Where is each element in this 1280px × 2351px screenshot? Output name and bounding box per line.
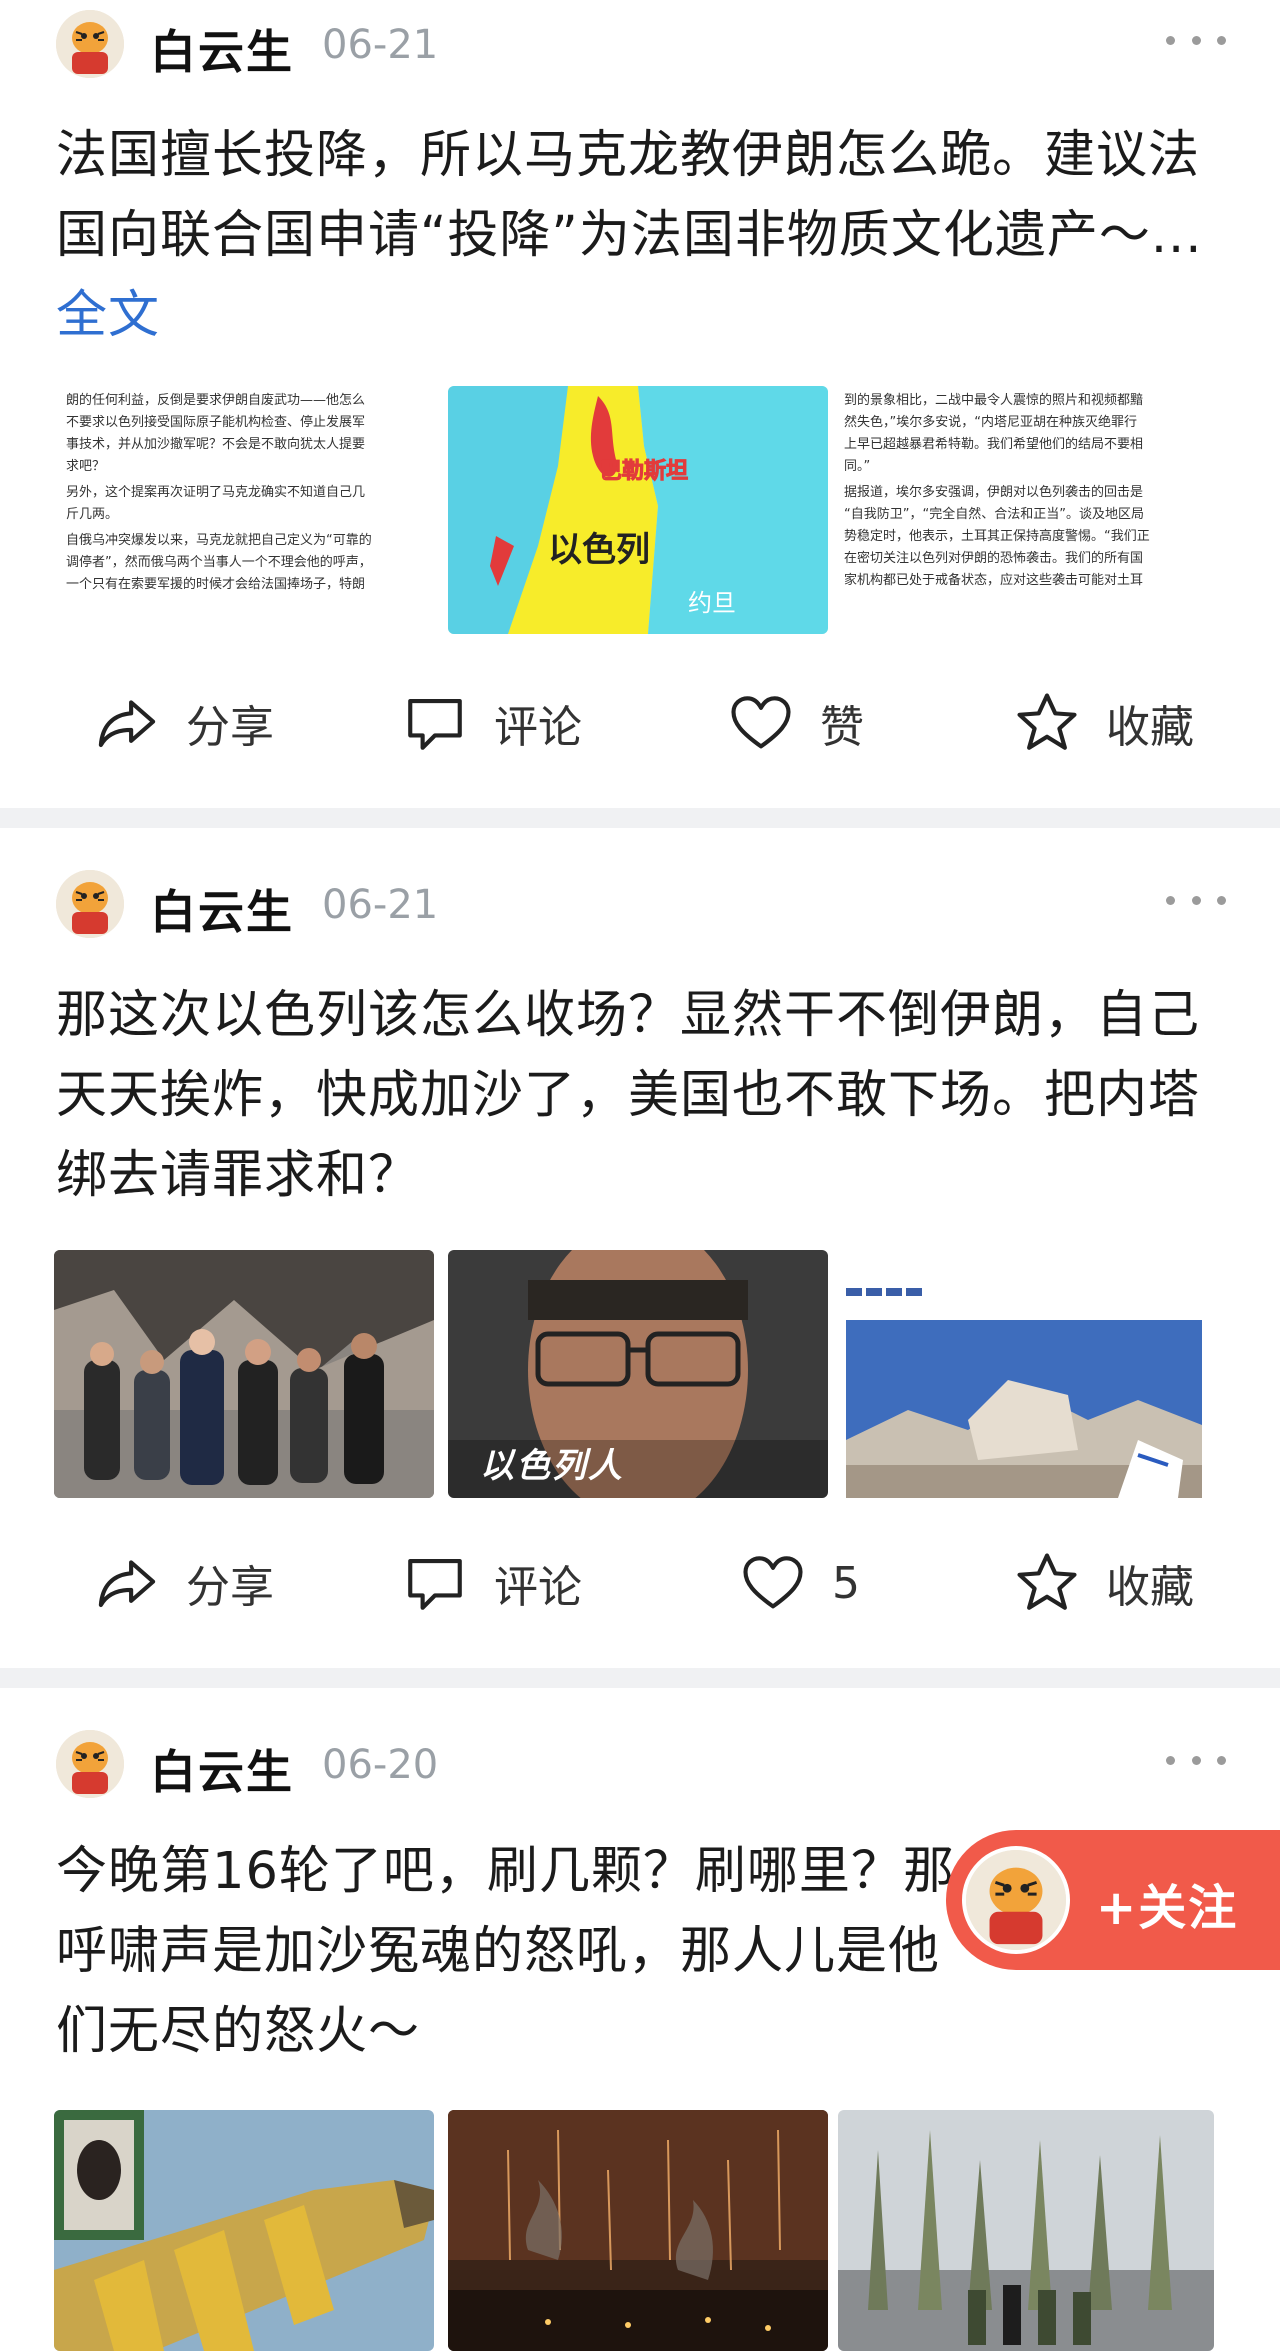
author-name[interactable]: 白云生 <box>150 876 294 942</box>
post-image[interactable] <box>54 1250 434 1498</box>
like-button[interactable]: 赞 <box>728 668 864 778</box>
avatar[interactable] <box>56 870 124 938</box>
share-icon <box>98 1560 156 1608</box>
heart-icon <box>731 696 791 749</box>
post-date: 06-20 <box>322 1742 439 1788</box>
post-card[interactable]: 白云生 06-20 今晚第16轮了吧，刷几颗？刷哪里？那呼啸声是加沙冤魂的怒吼，… <box>0 1720 1280 2351</box>
post-text[interactable]: 那这次以色列该怎么收场？显然干不倒伊朗，自己天天挨炸，快成加沙了，美国也不敢下场… <box>56 976 1226 1216</box>
map-label: 以色列 <box>548 531 650 569</box>
author-name[interactable]: 白云生 <box>150 16 294 82</box>
favorite-label: 收藏 <box>1106 1562 1194 1613</box>
post-image[interactable]: 朗的任何利益，反倒是要求伊朗自废武功——他怎么 不要求以色列接受国际原子能机构检… <box>54 386 434 634</box>
post-header: 白云生 06-21 <box>56 0 1226 88</box>
post-image[interactable] <box>54 2110 434 2351</box>
post-text[interactable]: 今晚第16轮了吧，刷几颗？刷哪里？那呼啸声是加沙冤魂的怒吼，那人儿是他们无尽的怒… <box>56 1832 956 2072</box>
more-icon <box>1166 895 1175 905</box>
favorite-label: 收藏 <box>1106 702 1194 753</box>
comment-icon <box>408 1558 462 1610</box>
image-caption: 以色列人 <box>480 1446 624 1486</box>
post-image[interactable]: 到的景象相比，二战中最令人震惊的照片和视频都黯 然失色，”埃尔多安说，“内塔尼亚… <box>838 386 1214 634</box>
favorite-button[interactable]: 收藏 <box>1014 668 1194 778</box>
like-label: 赞 <box>820 702 864 753</box>
comment-button[interactable]: 评论 <box>402 668 582 778</box>
image-text: 朗的任何利益，反倒是要求伊朗自废武功——他怎么 不要求以色列接受国际原子能机构检… <box>66 393 372 592</box>
more-options-button[interactable] <box>1166 880 1226 920</box>
comment-label: 评论 <box>494 702 582 753</box>
follow-button[interactable]: +关注 <box>946 1830 1280 1970</box>
follow-label: +关注 <box>1096 1880 1239 1936</box>
more-icon <box>1166 1755 1175 1765</box>
image-text: 到的景象相比，二战中最令人震惊的照片和视频都黯 然失色，”埃尔多安说，“内塔尼亚… <box>844 393 1150 588</box>
post-text[interactable]: 法国擅长投降，所以马克龙教伊朗怎么跪。建议法国向联合国申请“投降”为法国非物质文… <box>56 116 1226 356</box>
star-icon <box>1017 1553 1077 1610</box>
avatar[interactable] <box>56 1730 124 1798</box>
post-divider <box>0 808 1280 828</box>
share-label: 分享 <box>186 1562 274 1613</box>
like-button[interactable]: 5 <box>740 1528 860 1638</box>
favorite-button[interactable]: 收藏 <box>1014 1528 1194 1638</box>
image-gallery: 以色列人 <box>54 1250 1214 1498</box>
share-icon <box>98 700 156 748</box>
author-name[interactable]: 白云生 <box>150 1736 294 1802</box>
like-count: 5 <box>832 1557 860 1609</box>
avatar <box>962 1846 1070 1954</box>
post-image-map[interactable]: 巴勒斯坦 以色列 约旦 <box>448 386 828 634</box>
post-divider <box>0 1668 1280 1688</box>
post-header: 白云生 06-21 <box>56 860 1226 948</box>
post-image[interactable] <box>838 1250 1214 1498</box>
share-label: 分享 <box>186 702 274 753</box>
action-bar: 分享 评论 5 收藏 <box>0 1528 1280 1638</box>
post-date: 06-21 <box>322 882 439 928</box>
comment-icon <box>408 698 462 750</box>
post-image[interactable] <box>448 2110 828 2351</box>
share-button[interactable]: 分享 <box>94 1528 274 1638</box>
action-bar: 分享 评论 赞 收藏 <box>0 668 1280 778</box>
post-card[interactable]: 白云生 06-21 那这次以色列该怎么收场？显然干不倒伊朗，自己天天挨炸，快成加… <box>0 860 1280 1668</box>
more-options-button[interactable] <box>1166 20 1226 60</box>
star-icon <box>1017 693 1077 750</box>
map-label: 约旦 <box>688 590 736 617</box>
full-text-link[interactable]: 全文 <box>56 286 160 345</box>
post-date: 06-21 <box>322 22 439 68</box>
image-gallery: 朗的任何利益，反倒是要求伊朗自废武功——他怎么 不要求以色列接受国际原子能机构检… <box>54 386 1214 634</box>
more-icon <box>1166 35 1175 45</box>
heart-icon <box>743 1556 803 1609</box>
more-options-button[interactable] <box>1166 1740 1226 1780</box>
post-header: 白云生 06-20 <box>56 1720 1226 1808</box>
comment-button[interactable]: 评论 <box>402 1528 582 1638</box>
comment-label: 评论 <box>494 1562 582 1613</box>
share-button[interactable]: 分享 <box>94 668 274 778</box>
image-gallery <box>54 2110 1214 2351</box>
avatar[interactable] <box>56 10 124 78</box>
post-image[interactable] <box>838 2110 1214 2351</box>
post-image[interactable]: 以色列人 <box>448 1250 828 1498</box>
post-card[interactable]: 白云生 06-21 法国擅长投降，所以马克龙教伊朗怎么跪。建议法国向联合国申请“… <box>0 0 1280 808</box>
map-label: 巴勒斯坦 <box>600 458 688 483</box>
